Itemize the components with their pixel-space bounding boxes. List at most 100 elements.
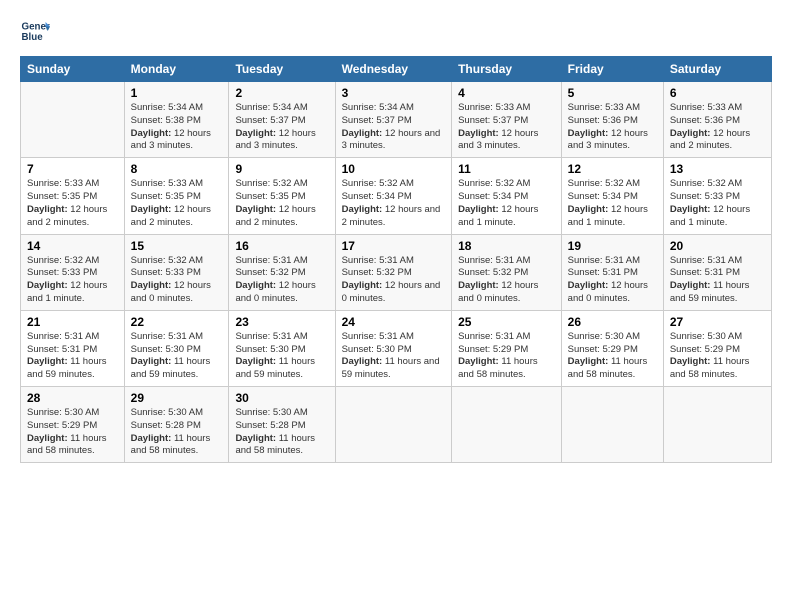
day-number: 18: [458, 239, 555, 253]
day-number: 7: [27, 162, 118, 176]
day-number: 23: [235, 315, 328, 329]
day-detail: Sunrise: 5:31 AMSunset: 5:30 PMDaylight:…: [131, 331, 223, 382]
col-header-tuesday: Tuesday: [229, 57, 335, 82]
calendar-cell: 25 Sunrise: 5:31 AMSunset: 5:29 PMDayligh…: [452, 310, 562, 386]
calendar-cell: 4 Sunrise: 5:33 AMSunset: 5:37 PMDaylight…: [452, 82, 562, 158]
day-detail: Sunrise: 5:32 AMSunset: 5:35 PMDaylight:…: [235, 178, 328, 229]
day-number: 13: [670, 162, 765, 176]
calendar-cell: 5 Sunrise: 5:33 AMSunset: 5:36 PMDaylight…: [561, 82, 663, 158]
day-number: 26: [568, 315, 657, 329]
day-detail: Sunrise: 5:31 AMSunset: 5:32 PMDaylight:…: [458, 255, 555, 306]
calendar-cell: 3 Sunrise: 5:34 AMSunset: 5:37 PMDaylight…: [335, 82, 452, 158]
day-number: 20: [670, 239, 765, 253]
day-detail: Sunrise: 5:33 AMSunset: 5:36 PMDaylight:…: [670, 102, 765, 153]
calendar-table: SundayMondayTuesdayWednesdayThursdayFrid…: [20, 56, 772, 463]
day-detail: Sunrise: 5:31 AMSunset: 5:32 PMDaylight:…: [235, 255, 328, 306]
day-detail: Sunrise: 5:30 AMSunset: 5:28 PMDaylight:…: [235, 407, 328, 458]
day-number: 30: [235, 391, 328, 405]
day-number: 19: [568, 239, 657, 253]
day-number: 15: [131, 239, 223, 253]
day-number: 22: [131, 315, 223, 329]
day-detail: Sunrise: 5:34 AMSunset: 5:38 PMDaylight:…: [131, 102, 223, 153]
day-detail: Sunrise: 5:32 AMSunset: 5:34 PMDaylight:…: [568, 178, 657, 229]
calendar-cell: [663, 387, 771, 463]
calendar-cell: 20 Sunrise: 5:31 AMSunset: 5:31 PMDayligh…: [663, 234, 771, 310]
day-detail: Sunrise: 5:30 AMSunset: 5:29 PMDaylight:…: [27, 407, 118, 458]
col-header-saturday: Saturday: [663, 57, 771, 82]
day-number: 25: [458, 315, 555, 329]
calendar-cell: 7 Sunrise: 5:33 AMSunset: 5:35 PMDaylight…: [21, 158, 125, 234]
calendar-cell: [561, 387, 663, 463]
calendar-cell: 18 Sunrise: 5:31 AMSunset: 5:32 PMDayligh…: [452, 234, 562, 310]
day-detail: Sunrise: 5:31 AMSunset: 5:30 PMDaylight:…: [235, 331, 328, 382]
day-number: 3: [342, 86, 446, 100]
calendar-cell: 14 Sunrise: 5:32 AMSunset: 5:33 PMDayligh…: [21, 234, 125, 310]
calendar-cell: 24 Sunrise: 5:31 AMSunset: 5:30 PMDayligh…: [335, 310, 452, 386]
col-header-monday: Monday: [124, 57, 229, 82]
day-detail: Sunrise: 5:34 AMSunset: 5:37 PMDaylight:…: [342, 102, 446, 153]
calendar-cell: 22 Sunrise: 5:31 AMSunset: 5:30 PMDayligh…: [124, 310, 229, 386]
calendar-cell: 10 Sunrise: 5:32 AMSunset: 5:34 PMDayligh…: [335, 158, 452, 234]
calendar-cell: [335, 387, 452, 463]
day-number: 11: [458, 162, 555, 176]
calendar-cell: 28 Sunrise: 5:30 AMSunset: 5:29 PMDayligh…: [21, 387, 125, 463]
calendar-cell: 29 Sunrise: 5:30 AMSunset: 5:28 PMDayligh…: [124, 387, 229, 463]
calendar-cell: 19 Sunrise: 5:31 AMSunset: 5:31 PMDayligh…: [561, 234, 663, 310]
col-header-wednesday: Wednesday: [335, 57, 452, 82]
day-detail: Sunrise: 5:31 AMSunset: 5:30 PMDaylight:…: [342, 331, 446, 382]
day-detail: Sunrise: 5:31 AMSunset: 5:31 PMDaylight:…: [670, 255, 765, 306]
day-number: 24: [342, 315, 446, 329]
day-detail: Sunrise: 5:33 AMSunset: 5:36 PMDaylight:…: [568, 102, 657, 153]
day-number: 12: [568, 162, 657, 176]
col-header-sunday: Sunday: [21, 57, 125, 82]
day-number: 6: [670, 86, 765, 100]
calendar-cell: 6 Sunrise: 5:33 AMSunset: 5:36 PMDaylight…: [663, 82, 771, 158]
day-detail: Sunrise: 5:33 AMSunset: 5:37 PMDaylight:…: [458, 102, 555, 153]
header: General Blue: [20, 16, 772, 46]
day-number: 2: [235, 86, 328, 100]
calendar-cell: 13 Sunrise: 5:32 AMSunset: 5:33 PMDayligh…: [663, 158, 771, 234]
day-detail: Sunrise: 5:31 AMSunset: 5:31 PMDaylight:…: [568, 255, 657, 306]
day-detail: Sunrise: 5:33 AMSunset: 5:35 PMDaylight:…: [131, 178, 223, 229]
day-number: 29: [131, 391, 223, 405]
calendar-cell: 23 Sunrise: 5:31 AMSunset: 5:30 PMDayligh…: [229, 310, 335, 386]
day-number: 9: [235, 162, 328, 176]
day-number: 17: [342, 239, 446, 253]
calendar-cell: 8 Sunrise: 5:33 AMSunset: 5:35 PMDaylight…: [124, 158, 229, 234]
calendar-cell: 1 Sunrise: 5:34 AMSunset: 5:38 PMDaylight…: [124, 82, 229, 158]
calendar-cell: [452, 387, 562, 463]
logo: General Blue: [20, 16, 54, 46]
day-number: 1: [131, 86, 223, 100]
day-detail: Sunrise: 5:32 AMSunset: 5:33 PMDaylight:…: [27, 255, 118, 306]
calendar-cell: 30 Sunrise: 5:30 AMSunset: 5:28 PMDayligh…: [229, 387, 335, 463]
day-number: 10: [342, 162, 446, 176]
day-number: 27: [670, 315, 765, 329]
day-number: 28: [27, 391, 118, 405]
day-detail: Sunrise: 5:32 AMSunset: 5:34 PMDaylight:…: [342, 178, 446, 229]
day-detail: Sunrise: 5:33 AMSunset: 5:35 PMDaylight:…: [27, 178, 118, 229]
calendar-cell: 21Sunrise: 5:31 AMSunset: 5:31 PMDayligh…: [21, 310, 125, 386]
day-number: 14: [27, 239, 118, 253]
day-detail: Sunrise: 5:30 AMSunset: 5:29 PMDaylight:…: [670, 331, 765, 382]
calendar-cell: 16 Sunrise: 5:31 AMSunset: 5:32 PMDayligh…: [229, 234, 335, 310]
day-detail: Sunrise: 5:32 AMSunset: 5:33 PMDaylight:…: [670, 178, 765, 229]
day-detail: Sunrise: 5:32 AMSunset: 5:33 PMDaylight:…: [131, 255, 223, 306]
day-detail: Sunrise: 5:30 AMSunset: 5:29 PMDaylight:…: [568, 331, 657, 382]
calendar-cell: 12 Sunrise: 5:32 AMSunset: 5:34 PMDayligh…: [561, 158, 663, 234]
day-detail: Sunrise: 5:31 AMSunset: 5:29 PMDaylight:…: [458, 331, 555, 382]
day-number: 8: [131, 162, 223, 176]
calendar-cell: 9 Sunrise: 5:32 AMSunset: 5:35 PMDaylight…: [229, 158, 335, 234]
calendar-cell: 27 Sunrise: 5:30 AMSunset: 5:29 PMDayligh…: [663, 310, 771, 386]
day-number: 21: [27, 315, 118, 329]
day-detail: Sunrise: 5:32 AMSunset: 5:34 PMDaylight:…: [458, 178, 555, 229]
day-number: 4: [458, 86, 555, 100]
svg-text:Blue: Blue: [22, 32, 44, 43]
calendar-cell: 2Sunrise: 5:34 AMSunset: 5:37 PMDaylight…: [229, 82, 335, 158]
calendar-cell: 26 Sunrise: 5:30 AMSunset: 5:29 PMDayligh…: [561, 310, 663, 386]
day-detail: Sunrise: 5:31 AMSunset: 5:32 PMDaylight:…: [342, 255, 446, 306]
day-detail: Sunrise: 5:30 AMSunset: 5:28 PMDaylight:…: [131, 407, 223, 458]
day-number: 5: [568, 86, 657, 100]
calendar-cell: [21, 82, 125, 158]
day-number: 16: [235, 239, 328, 253]
calendar-cell: 17 Sunrise: 5:31 AMSunset: 5:32 PMDayligh…: [335, 234, 452, 310]
